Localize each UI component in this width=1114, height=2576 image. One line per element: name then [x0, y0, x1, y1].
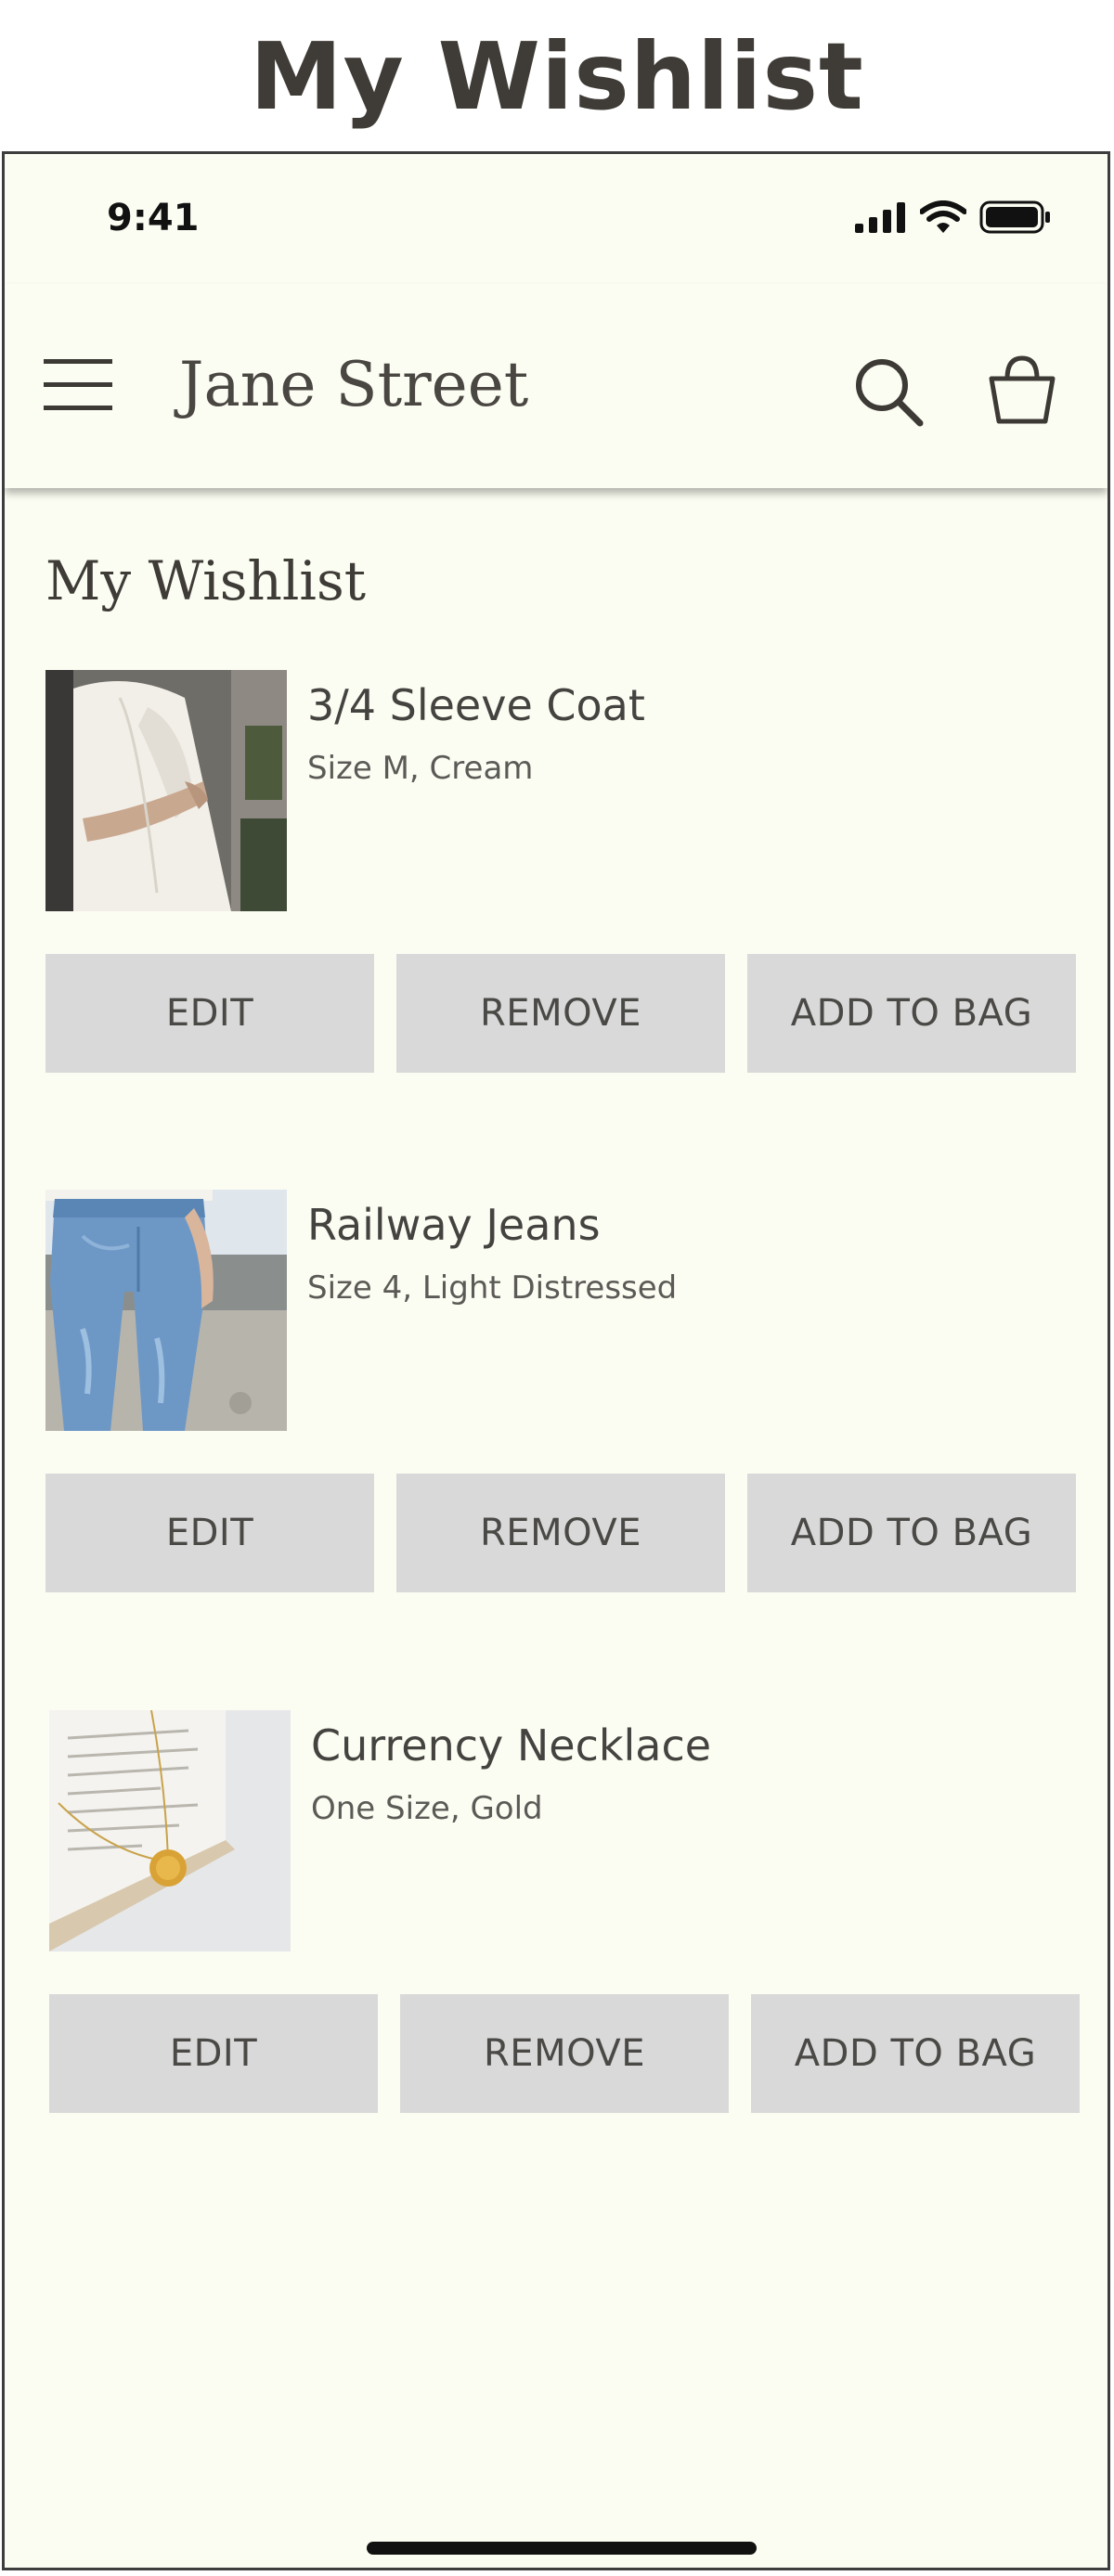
hamburger-menu-button[interactable]: [44, 357, 112, 413]
status-icons: [855, 200, 1052, 234]
brand-logo[interactable]: Jane Street: [179, 343, 528, 427]
hamburger-menu-icon: [44, 359, 112, 410]
item-detail: Size 4, Light Distressed: [307, 1269, 678, 1307]
edit-button[interactable]: EDIT: [49, 1994, 378, 2113]
cellular-signal-icon: [855, 202, 905, 233]
remove-button[interactable]: REMOVE: [396, 954, 725, 1073]
remove-button[interactable]: REMOVE: [400, 1994, 729, 2113]
search-icon: [856, 359, 924, 427]
search-button[interactable]: [853, 356, 924, 427]
app-header: Jane Street: [5, 284, 1108, 488]
item-actions: EDIT REMOVE ADD TO BAG: [45, 1474, 1076, 1592]
battery-icon: [979, 200, 1050, 234]
status-time: 9:41: [107, 197, 200, 239]
remove-button[interactable]: REMOVE: [396, 1474, 725, 1592]
wifi-icon: [920, 200, 966, 233]
item-detail: One Size, Gold: [311, 1790, 543, 1827]
wishlist-item: 3/4 Sleeve Coat Size M, Cream EDIT REMOV…: [5, 670, 1108, 1078]
edit-button[interactable]: EDIT: [45, 954, 374, 1073]
item-detail: Size M, Cream: [307, 750, 534, 787]
wishlist-item: Currency Necklace One Size, Gold EDIT RE…: [5, 1710, 1108, 2119]
item-name: Currency Necklace: [311, 1720, 712, 1771]
wishlist-item: Railway Jeans Size 4, Light Distressed E…: [5, 1190, 1108, 1598]
item-actions: EDIT REMOVE ADD TO BAG: [45, 954, 1076, 1073]
edit-button[interactable]: EDIT: [45, 1474, 374, 1592]
phone-frame: 9:41 Jane Street My Wishlist 3/4 Sleeve …: [2, 151, 1110, 2570]
screen-title: My Wishlist: [250, 22, 864, 131]
wishlist-heading: My Wishlist: [45, 549, 367, 612]
item-name: 3/4 Sleeve Coat: [307, 680, 645, 730]
shopping-bag-icon: [989, 355, 1056, 424]
item-actions: EDIT REMOVE ADD TO BAG: [49, 1994, 1080, 2113]
item-name: Railway Jeans: [307, 1200, 601, 1250]
coat-photo: [45, 670, 287, 911]
product-image-coat[interactable]: [45, 670, 287, 911]
status-bar: 9:41: [5, 154, 1108, 284]
add-to-bag-button[interactable]: ADD TO BAG: [751, 1994, 1080, 2113]
necklace-photo: [49, 1710, 291, 1951]
product-image-jeans[interactable]: [45, 1190, 287, 1431]
add-to-bag-button[interactable]: ADD TO BAG: [747, 1474, 1076, 1592]
product-image-necklace[interactable]: [49, 1710, 291, 1951]
jeans-photo: [45, 1190, 287, 1431]
canvas: My Wishlist 9:41 Jane Street My Wishlist…: [0, 0, 1114, 2576]
home-indicator[interactable]: [367, 2542, 757, 2555]
shopping-bag-button[interactable]: [987, 353, 1057, 427]
add-to-bag-button[interactable]: ADD TO BAG: [747, 954, 1076, 1073]
